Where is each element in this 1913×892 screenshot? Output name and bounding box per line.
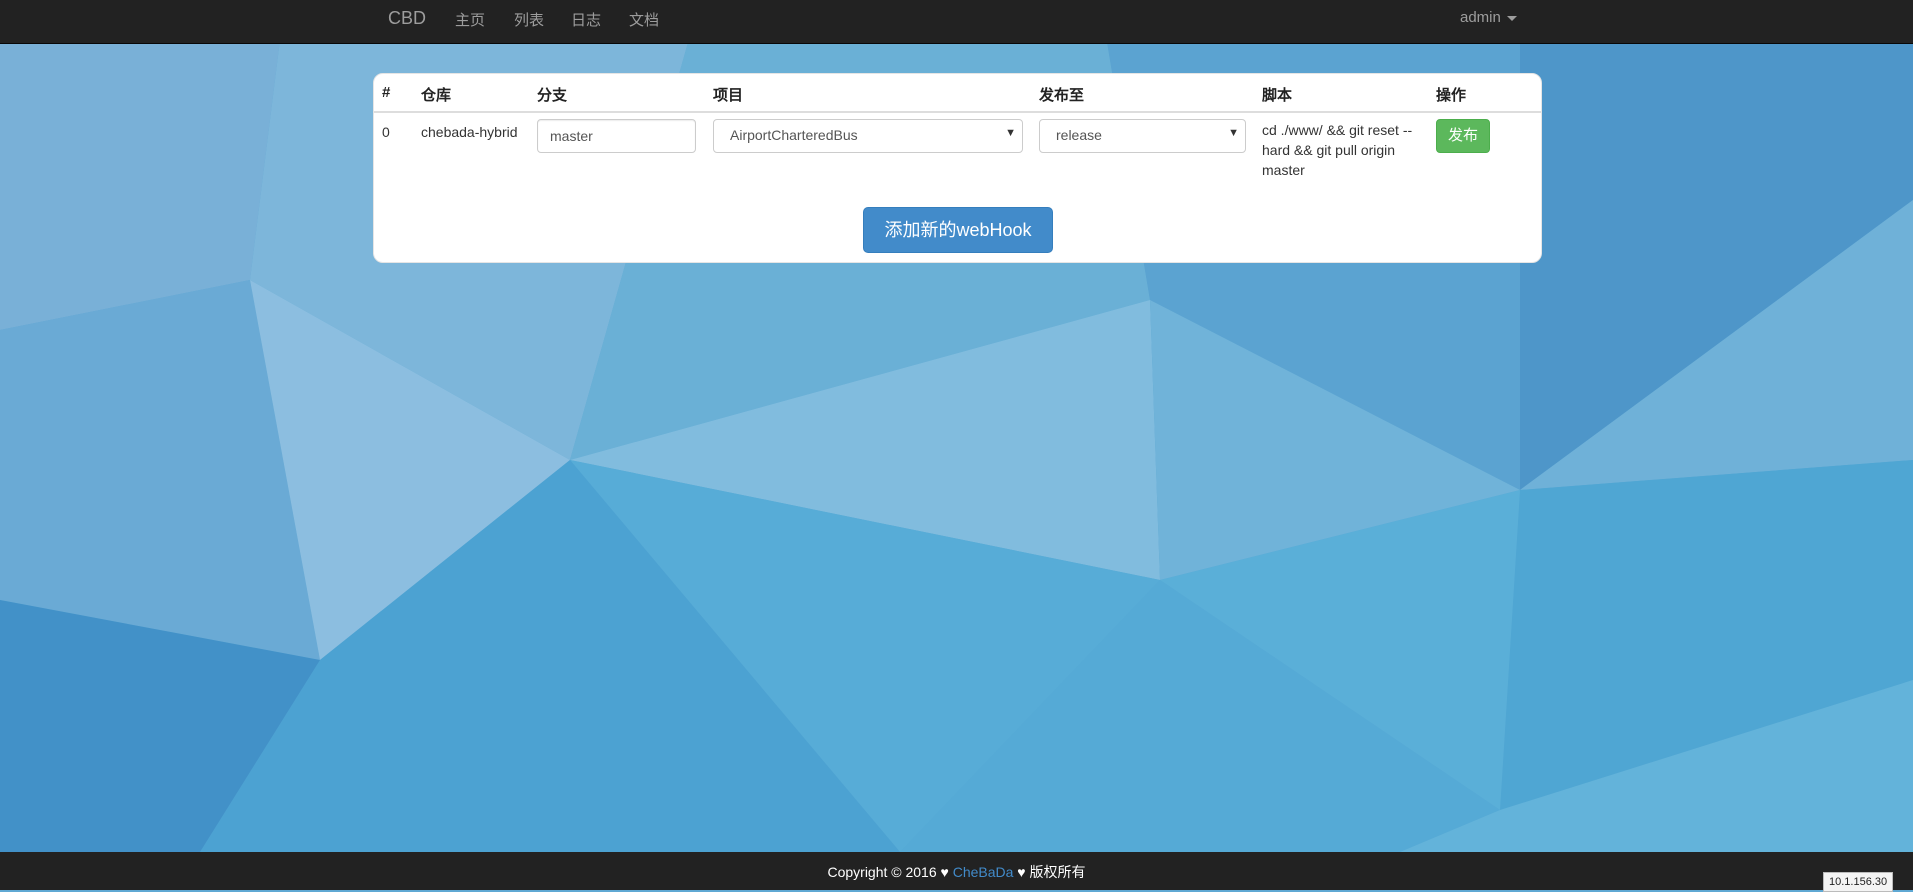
footer-copyright-prefix: Copyright © 2016 ♥ [827, 864, 953, 880]
footer-brand-link[interactable]: CheBaDa [953, 864, 1014, 880]
column-header-index: # [382, 84, 391, 101]
column-header-target: 发布至 [1039, 87, 1085, 104]
page-footer: Copyright © 2016 ♥ CheBaDa ♥ 版权所有 [0, 852, 1913, 890]
nav-link-home[interactable]: 主页 [455, 9, 485, 30]
header-divider [374, 111, 1541, 113]
row-index: 0 [382, 124, 390, 140]
column-header-action: 操作 [1436, 87, 1467, 104]
nav-link-logs[interactable]: 日志 [571, 9, 601, 30]
brand-logo-link[interactable]: CBD [388, 8, 426, 29]
column-header-repo: 仓库 [421, 87, 452, 104]
webhook-table-panel: # 仓库 分支 项目 发布至 脚本 操作 0 chebada-hybrid Ai… [373, 73, 1542, 263]
user-dropdown[interactable]: admin [1460, 9, 1517, 26]
user-name: admin [1460, 9, 1501, 26]
add-webhook-button[interactable]: 添加新的webHook [863, 207, 1053, 253]
project-select-value: AirportCharteredBus [730, 127, 858, 143]
caret-down-icon [1506, 15, 1517, 21]
column-header-branch: 分支 [537, 87, 568, 104]
dropdown-arrow-icon: ▼ [1005, 127, 1016, 139]
footer-copyright-suffix: ♥ 版权所有 [1013, 864, 1086, 880]
dropdown-arrow-icon: ▼ [1228, 127, 1239, 139]
ip-address-badge: 10.1.156.30 [1823, 872, 1894, 892]
column-header-project: 项目 [713, 87, 744, 104]
target-select[interactable]: release ▼ [1039, 119, 1246, 153]
target-select-value: release [1056, 127, 1102, 143]
column-header-script: 脚本 [1262, 87, 1293, 104]
project-select[interactable]: AirportCharteredBus ▼ [713, 119, 1023, 153]
nav-link-docs[interactable]: 文档 [629, 9, 659, 30]
publish-button[interactable]: 发布 [1436, 119, 1490, 153]
row-script: cd ./www/ && git reset --hard && git pul… [1262, 122, 1413, 178]
top-navbar: CBD 主页 列表 日志 文档 admin [0, 0, 1913, 44]
branch-input[interactable] [537, 119, 696, 153]
row-repo: chebada-hybrid [421, 124, 518, 140]
nav-link-list[interactable]: 列表 [514, 9, 544, 30]
